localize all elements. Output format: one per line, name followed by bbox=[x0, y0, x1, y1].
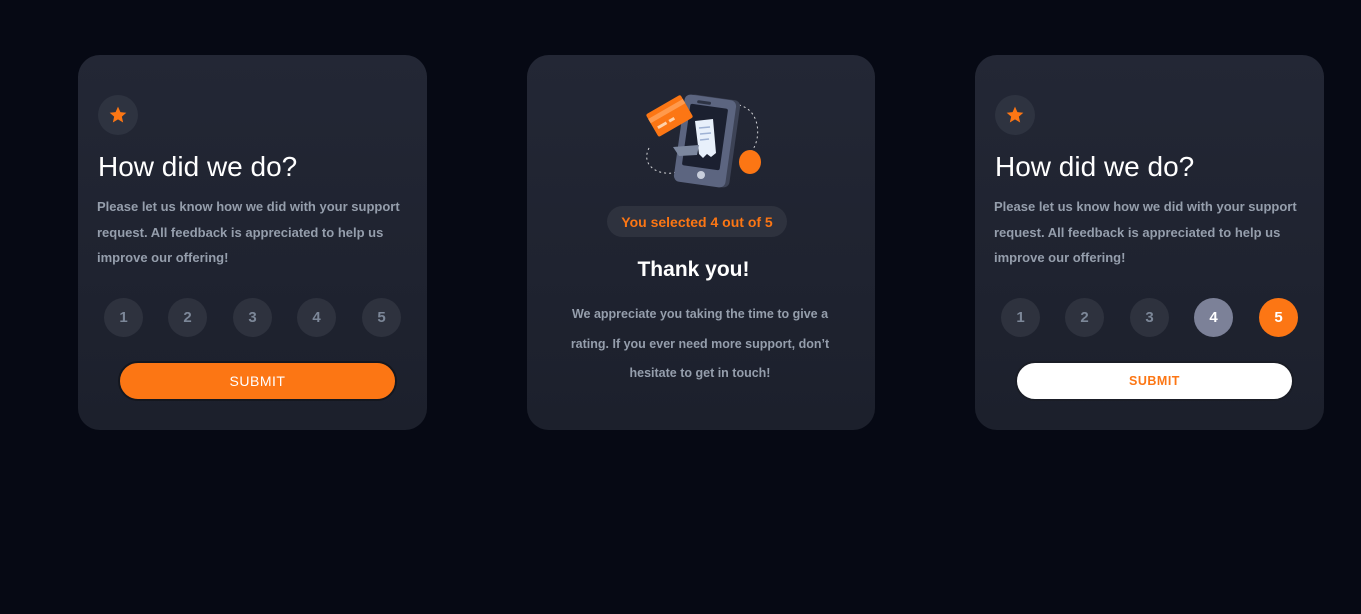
rating-button-3[interactable]: 3 bbox=[1130, 298, 1169, 337]
rating-card-active: How did we do? Please let us know how we… bbox=[975, 55, 1324, 430]
rating-button-5-selected[interactable]: 5 bbox=[1259, 298, 1298, 337]
rating-options: 1 2 3 4 5 bbox=[1001, 298, 1298, 337]
rating-button-2[interactable]: 2 bbox=[168, 298, 207, 337]
thank-you-description: We appreciate you taking the time to giv… bbox=[570, 307, 830, 380]
rating-button-5[interactable]: 5 bbox=[362, 298, 401, 337]
card-description: Please let us know how we did with your … bbox=[994, 199, 1297, 265]
thank-you-title: Thank you! bbox=[637, 258, 750, 281]
rating-options: 1 2 3 4 5 bbox=[104, 298, 401, 337]
rating-button-2[interactable]: 2 bbox=[1065, 298, 1104, 337]
rating-button-1[interactable]: 1 bbox=[1001, 298, 1040, 337]
card-title: How did we do? bbox=[98, 151, 298, 182]
card-title: How did we do? bbox=[995, 151, 1195, 182]
submit-button[interactable]: SUBMIT bbox=[118, 361, 397, 401]
selected-rating-badge: You selected 4 out of 5 bbox=[607, 206, 787, 237]
rating-button-4-hover[interactable]: 4 bbox=[1194, 298, 1233, 337]
rating-card-default: How did we do? Please let us know how we… bbox=[78, 55, 427, 430]
rating-button-1[interactable]: 1 bbox=[104, 298, 143, 337]
submit-button-hover[interactable]: SUBMIT bbox=[1015, 361, 1294, 401]
star-icon bbox=[98, 95, 138, 135]
phone-payment-illustration bbox=[646, 94, 761, 188]
rating-button-4[interactable]: 4 bbox=[297, 298, 336, 337]
rating-button-3[interactable]: 3 bbox=[233, 298, 272, 337]
star-icon bbox=[995, 95, 1035, 135]
thank-you-card: You selected 4 out of 5 Thank you! We ap… bbox=[527, 55, 875, 430]
card-description: Please let us know how we did with your … bbox=[97, 199, 400, 265]
